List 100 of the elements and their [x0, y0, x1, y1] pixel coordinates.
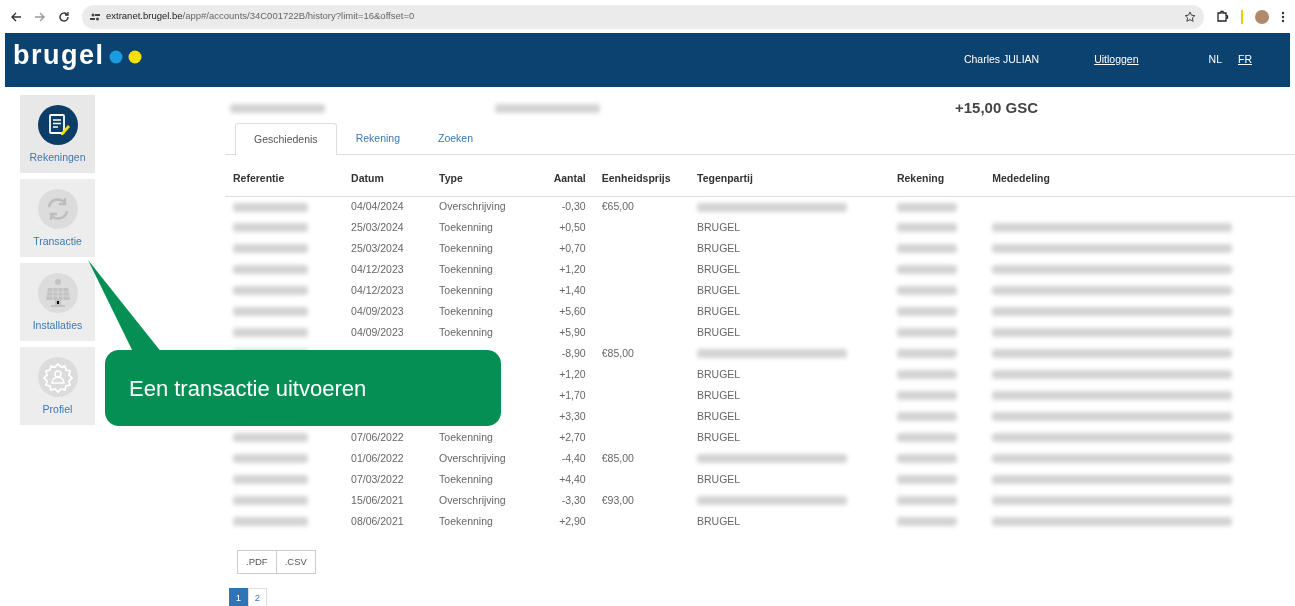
- sidebar-item[interactable]: Rekeningen: [20, 95, 95, 173]
- logout-link[interactable]: Uitloggen: [1094, 52, 1139, 68]
- redacted-text: [896, 475, 957, 485]
- solar-panel-icon: [35, 270, 80, 315]
- table-cell: Toekenning: [439, 304, 493, 317]
- table-cell: Overschrijving: [439, 493, 506, 506]
- redacted-text: [896, 349, 957, 359]
- column-header: Referentie: [225, 163, 344, 196]
- redacted-text: [896, 202, 957, 212]
- table-cell: Toekenning: [439, 430, 493, 443]
- redacted-text: [896, 412, 957, 422]
- export-button[interactable]: .PDF: [237, 550, 277, 575]
- account-balance: +15,00 GSC: [955, 97, 1038, 118]
- menu-icon[interactable]: [1281, 10, 1285, 23]
- table-cell: BRUGEL: [697, 325, 741, 338]
- table-cell: €85,00: [601, 451, 634, 464]
- column-header: Rekening: [888, 163, 985, 196]
- table-cell: -3,30: [561, 493, 586, 506]
- redacted-text: [896, 244, 957, 254]
- column-header: Aantal: [531, 163, 594, 196]
- table-cell: 25/03/2024: [351, 220, 404, 233]
- document-pencil-icon: [35, 102, 80, 147]
- table-cell: BRUGEL: [697, 262, 741, 275]
- column-header: Eenheidsprijs: [593, 163, 689, 196]
- redacted-text: [896, 307, 957, 317]
- table-cell: Overschrijving: [439, 199, 506, 212]
- sidebar-item[interactable]: Installaties: [20, 263, 95, 341]
- table-cell: Toekenning: [439, 514, 493, 527]
- table-cell: +1,20: [559, 367, 586, 380]
- table-cell: -0,30: [561, 199, 586, 212]
- sidebar-item[interactable]: Profiel: [20, 347, 95, 425]
- back-icon[interactable]: [10, 10, 22, 23]
- table-cell: 15/06/2021: [351, 493, 404, 506]
- address-bar[interactable]: extranet.brugel.be/app#/accounts/34C001722B/history?limit=16&offset=0: [82, 4, 1204, 29]
- table-cell: 04/04/2024: [351, 199, 404, 212]
- sidebar-item[interactable]: Transactie: [20, 179, 95, 257]
- table-cell: 04/09/2023: [351, 304, 404, 317]
- table-cell: 01/06/2022: [351, 451, 404, 464]
- table-cell: -8,90: [561, 346, 586, 359]
- tab[interactable]: Geschiedenis: [235, 123, 337, 155]
- tab[interactable]: Zoeken: [419, 123, 493, 154]
- bookmark-star-icon[interactable]: [1184, 10, 1196, 23]
- site-settings-icon[interactable]: [90, 11, 100, 22]
- table-cell: 25/03/2024: [351, 241, 404, 254]
- column-header: Tegenpartij: [689, 163, 889, 196]
- table-cell: BRUGEL: [697, 304, 741, 317]
- table-cell: +1,20: [559, 262, 586, 275]
- table-cell: -4,40: [561, 451, 586, 464]
- language-link[interactable]: FR: [1238, 52, 1252, 68]
- table-cell: BRUGEL: [697, 241, 741, 254]
- table-cell: BRUGEL: [697, 283, 741, 296]
- table-cell: 04/12/2023: [351, 283, 404, 296]
- avatar-icon[interactable]: [1255, 9, 1269, 24]
- table-cell: 08/06/2021: [351, 514, 404, 527]
- redacted-text: [896, 328, 957, 338]
- table-cell: BRUGEL: [697, 220, 741, 233]
- table-cell: +4,40: [559, 472, 586, 485]
- table-cell: 07/06/2022: [351, 430, 404, 443]
- table-cell: +5,60: [559, 304, 586, 317]
- table-cell: Toekenning: [439, 283, 493, 296]
- redacted-text: [896, 265, 957, 275]
- table-cell: Toekenning: [439, 325, 493, 338]
- forward-icon[interactable]: [34, 10, 46, 23]
- table-cell: Toekenning: [439, 241, 493, 254]
- refresh-arrows-icon: [35, 186, 80, 231]
- reload-icon[interactable]: [58, 10, 70, 23]
- table-cell: +5,90: [559, 325, 586, 338]
- table-cell: +1,70: [559, 388, 586, 401]
- table-cell: BRUGEL: [697, 514, 741, 527]
- divider-mark: [1241, 9, 1243, 24]
- table-cell: BRUGEL: [697, 367, 741, 380]
- redacted-text: [896, 496, 957, 506]
- table-cell: 04/12/2023: [351, 262, 404, 275]
- table-cell: €93,00: [601, 493, 634, 506]
- gear-person-icon: [35, 354, 80, 399]
- export-button[interactable]: .CSV: [276, 550, 316, 575]
- redacted-text: [896, 517, 957, 527]
- column-header: Type: [431, 163, 532, 196]
- redacted-text: [896, 454, 957, 464]
- table-cell: Toekenning: [439, 262, 493, 275]
- table-cell: +0,70: [559, 241, 586, 254]
- redacted-text: [896, 223, 957, 233]
- page-button[interactable]: 1: [229, 588, 248, 606]
- table-cell: +2,90: [559, 514, 586, 527]
- page-button[interactable]: 2: [248, 588, 267, 606]
- redacted-text: [896, 391, 957, 401]
- url-text: extranet.brugel.be/app#/accounts/34C001722B/history?limit=16&offset=0: [106, 9, 415, 24]
- redacted-text: [896, 370, 957, 380]
- table-cell: €85,00: [601, 346, 634, 359]
- table-cell: +3,30: [559, 409, 586, 422]
- column-header: Mededeling: [984, 163, 1295, 196]
- table-cell: +1,40: [559, 283, 586, 296]
- table-cell: BRUGEL: [697, 409, 741, 422]
- tab[interactable]: Rekening: [336, 123, 419, 154]
- table-cell: Toekenning: [439, 220, 493, 233]
- table-cell: BRUGEL: [697, 430, 741, 443]
- table-cell: BRUGEL: [697, 388, 741, 401]
- extensions-icon[interactable]: [1216, 10, 1229, 23]
- column-header: Datum: [343, 163, 432, 196]
- table-cell: Overschrijving: [439, 451, 506, 464]
